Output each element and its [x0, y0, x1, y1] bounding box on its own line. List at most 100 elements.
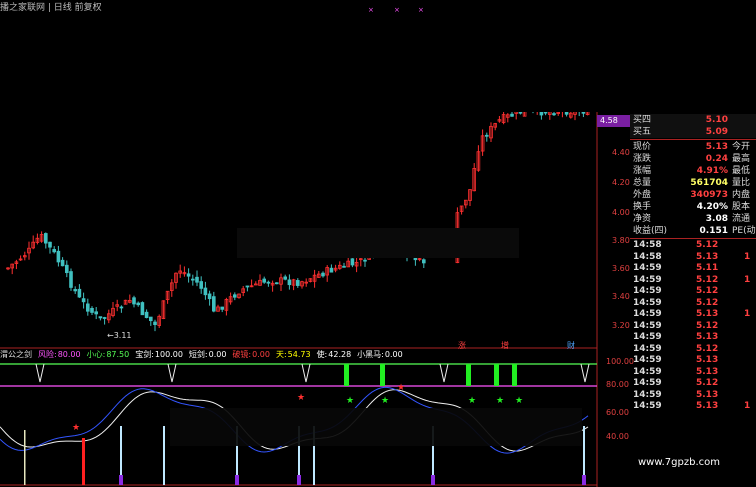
tick-time: 14:59	[633, 263, 662, 273]
indicator-name[interactable]: 渭公之剑	[0, 349, 32, 361]
tick-row[interactable]: 14:59 5.13 1	[630, 401, 756, 413]
price-axis-tick: 4.20	[612, 178, 630, 187]
tick-price: 5.12	[696, 378, 719, 388]
window-title: 播之家联网 | 日线 前复权	[0, 3, 102, 13]
tick-price: 5.13	[696, 401, 719, 411]
price-axis-tick: 3.40	[612, 292, 630, 301]
quote-buy4[interactable]: 买四 5.10	[630, 114, 756, 126]
quote-row-label2: 股本	[732, 202, 751, 212]
quote-row[interactable]: 涨跌 0.24 最高	[630, 153, 756, 165]
candle-body	[421, 259, 426, 264]
quote-row-label2: PE(动)	[732, 226, 756, 236]
candle-body	[266, 281, 271, 284]
candle-body	[94, 311, 99, 315]
tick-row[interactable]: 14:59 5.12	[630, 298, 756, 310]
candle-body	[363, 259, 367, 262]
price-axis-tick: 3.80	[612, 236, 630, 245]
indicator-legend: 渭公之剑 风险:80.00 小心:87.50 宝剑:100.00 短剑:0.00 破镜:…	[0, 349, 403, 361]
tick-price: 5.13	[696, 355, 719, 365]
candle-body	[195, 276, 199, 283]
tick-time: 14:58	[633, 251, 662, 262]
indicator-item-label: 小黑马:	[357, 350, 384, 359]
tick-row[interactable]: 14:59 5.13	[630, 355, 756, 367]
candle-body	[295, 280, 300, 286]
candle-body	[44, 233, 48, 244]
quote-row[interactable]: 外盘 340973 内盘	[630, 189, 756, 201]
trading-window: ★ ★ ★ ★ ★ ★ ★ ★ × × × 播之家联网 | 日线 前复权 ←3.11 4.58 4.…	[0, 0, 756, 487]
signal-label-zeng: 增	[501, 341, 509, 350]
indicator-bar	[235, 475, 239, 485]
candle-body	[203, 287, 208, 296]
tick-price: 5.13	[696, 366, 719, 377]
candle-body	[144, 311, 149, 318]
tick-row[interactable]: 14:59 5.12 1	[630, 275, 756, 287]
candle-body	[56, 250, 61, 263]
tick-row[interactable]: 14:59 5.12	[630, 321, 756, 333]
tick-row[interactable]: 14:59 5.13 1	[630, 309, 756, 321]
price-axis-tick: 4.40	[612, 148, 630, 157]
quote-row[interactable]: 净资 3.08 流通	[630, 213, 756, 225]
quote-row[interactable]: 换手 4.20% 股本	[630, 201, 756, 213]
quote-row[interactable]: 总量 561704 量比	[630, 177, 756, 189]
quote-row-value: 0.24	[705, 154, 728, 164]
tick-price: 5.12	[696, 274, 719, 285]
candle-body	[48, 241, 52, 248]
indicator-item-value: 87.50	[106, 350, 130, 359]
indicator-bar	[512, 364, 517, 386]
tick-price: 5.13	[696, 332, 719, 342]
candle-body	[77, 288, 82, 298]
indicator-bar	[494, 364, 499, 386]
quote-row-value: 4.20%	[696, 202, 728, 212]
quote-row-label2: 流通	[732, 214, 751, 224]
indicator-item-label: 使:	[316, 350, 328, 359]
tick-row[interactable]: 14:58 5.12	[630, 240, 756, 252]
indicator-item-value: 0.00	[208, 350, 227, 359]
indicator-bar	[119, 475, 123, 485]
candle-body	[190, 278, 195, 281]
quote-row-label: 总量	[633, 178, 652, 188]
tick-row[interactable]: 14:59 5.13	[630, 332, 756, 344]
tick-time: 14:59	[633, 320, 662, 331]
tick-price: 5.12	[696, 297, 719, 308]
tick-row[interactable]: 14:59 5.12	[630, 344, 756, 356]
tick-row[interactable]: 14:59 5.13	[630, 390, 756, 402]
tick-volume: 1	[744, 251, 751, 262]
quote-row-label: 换手	[633, 202, 652, 212]
quote-buy5-label: 买五	[633, 127, 652, 137]
indicator-star: ★	[468, 396, 476, 406]
tick-row[interactable]: 14:58 5.13 1	[630, 252, 756, 264]
candle-body	[342, 265, 346, 268]
candle-body	[287, 279, 292, 286]
tick-row[interactable]: 14:59 5.13	[630, 367, 756, 379]
candle-body	[253, 283, 258, 286]
indicator-star: ★	[496, 396, 504, 406]
indicator-star: ★	[397, 383, 405, 393]
quote-row-label2: 内盘	[732, 190, 751, 200]
quote-row[interactable]: 涨幅 4.91% 最低	[630, 165, 756, 177]
watermark-text[interactable]: www.7gpzb.com	[638, 457, 720, 468]
quote-row-value: 3.08	[705, 214, 728, 224]
tick-time: 14:59	[633, 378, 662, 388]
candle-body	[52, 249, 56, 253]
tick-price: 5.13	[696, 389, 719, 400]
tick-time: 14:59	[633, 309, 662, 319]
quote-row[interactable]: 收益(四) 0.151 PE(动)	[630, 225, 756, 237]
quote-row-label: 涨跌	[633, 154, 652, 164]
indicator-item-label: 小心:	[86, 350, 106, 359]
indicator-bar	[24, 430, 26, 485]
quote-row-label: 收益(四)	[633, 226, 668, 236]
tick-price: 5.12	[696, 343, 719, 354]
candle-body	[543, 111, 548, 114]
quote-buy5[interactable]: 买五 5.09	[630, 126, 756, 138]
tick-time: 14:58	[633, 240, 662, 250]
indicator-star: ★	[515, 396, 523, 406]
candle-body	[552, 113, 556, 116]
tick-row[interactable]: 14:59 5.11	[630, 263, 756, 275]
tick-row[interactable]: 14:59 5.12	[630, 378, 756, 390]
tick-row[interactable]: 14:59 5.12	[630, 286, 756, 298]
tick-time: 14:59	[633, 366, 662, 377]
quote-row[interactable]: 现价 5.13 今开	[630, 141, 756, 153]
indicator-item-label: 宝剑:	[135, 350, 154, 359]
candle-body	[220, 306, 225, 310]
quote-row-value: 4.91%	[696, 166, 728, 176]
